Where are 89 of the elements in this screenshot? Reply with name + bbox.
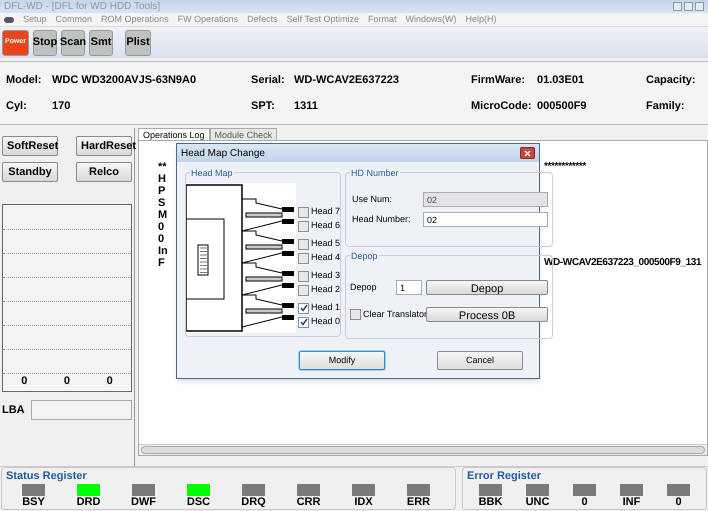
checkbox[interactable]	[298, 270, 309, 282]
toolbar-button[interactable]: Stop	[33, 30, 57, 56]
log-text: In	[158, 246, 168, 256]
group-title: Head Map	[190, 167, 234, 180]
indicator-label: ERR	[406, 496, 430, 510]
dialog-button[interactable]: Modify	[299, 351, 385, 370]
log-text: 0	[158, 234, 164, 244]
close-button[interactable]	[520, 147, 535, 159]
checkbox[interactable]	[298, 284, 309, 296]
info-label: Serial:	[251, 72, 286, 88]
checkbox[interactable]	[298, 206, 309, 218]
toolbar-button[interactable]: Scan	[61, 30, 85, 56]
group-title: Depop	[350, 250, 379, 264]
depop-field[interactable]: 1	[396, 280, 422, 295]
number-field[interactable]: 02	[423, 212, 548, 227]
indicator-label: CRR	[296, 496, 320, 510]
checkbox[interactable]	[298, 302, 309, 314]
log-text: WD-WCAV2E637223_000500F9_131	[544, 258, 702, 268]
tab[interactable]: Module Check	[210, 128, 278, 140]
toolbar-button[interactable]: Plist	[125, 30, 151, 56]
graph-value: 0	[64, 374, 70, 388]
indicator-label: BSY	[22, 496, 45, 510]
indicator-label: 0	[581, 496, 588, 510]
process-button[interactable]: Process 0B	[426, 307, 548, 322]
head-label: Head 5	[311, 237, 340, 250]
head-label: Head 3	[311, 269, 340, 282]
log-text: P	[158, 186, 166, 196]
info-label: Capacity:	[646, 72, 696, 88]
head-label: Head 0	[311, 315, 340, 328]
info-value: 000500F9	[537, 99, 587, 114]
info-label: Family:	[646, 99, 685, 114]
horizontal-scrollbar[interactable]	[139, 444, 707, 455]
info-label: Cyl:	[6, 99, 28, 114]
depop-button[interactable]: Depop	[426, 280, 548, 295]
head-label: Head 1	[311, 301, 340, 314]
tab[interactable]: Operations Log	[138, 128, 210, 140]
head-label: Head 2	[311, 283, 340, 296]
info-label: SPT:	[251, 99, 276, 114]
log-text: M	[158, 210, 168, 220]
checkbox[interactable]	[298, 316, 309, 328]
indicator-label: IDX	[354, 496, 373, 510]
close-icon	[524, 150, 531, 156]
log-text: H	[158, 174, 166, 184]
log-text: ************	[544, 162, 586, 172]
dialog-title: Head Map Change	[181, 146, 265, 160]
info-label: FirmWare:	[471, 72, 526, 88]
command-button[interactable]: Relco	[76, 162, 132, 182]
dialog-button[interactable]: Cancel	[437, 351, 523, 370]
lba-label: LBA	[2, 402, 25, 418]
command-button[interactable]: Standby	[2, 162, 58, 182]
log-text: F	[158, 258, 165, 268]
indicator-label: DWF	[130, 496, 156, 510]
field-label: Use Num:	[351, 192, 394, 206]
log-text: S	[158, 198, 166, 208]
checkbox[interactable]	[298, 220, 309, 232]
log-text: **	[158, 162, 167, 172]
head-label: Head 4	[311, 251, 340, 264]
indicator-label: BBK	[478, 496, 502, 510]
field-label: Depop	[350, 280, 378, 294]
indicator-label: DSC	[186, 496, 210, 510]
indicator-label: DRQ	[241, 496, 266, 510]
checkbox[interactable]	[350, 309, 362, 320]
lba-field[interactable]	[30, 400, 132, 420]
indicator-label: UNC	[526, 496, 550, 510]
checkbox[interactable]	[298, 252, 309, 264]
info-value: 170	[52, 99, 70, 114]
info-label: MicroCode:	[471, 99, 532, 114]
info-value: 1311	[294, 99, 318, 114]
app-icon	[4, 16, 14, 22]
field-label: Head Number:	[351, 212, 412, 226]
indicator-label: 0	[675, 496, 682, 510]
register-title: Status Register	[6, 470, 88, 484]
graph-value: 0	[106, 374, 113, 388]
info-value: 01.03E01	[537, 72, 584, 88]
log-text: 0	[158, 222, 164, 232]
indicator-label: DRD	[76, 496, 100, 510]
command-button[interactable]: SoftReset	[2, 136, 58, 156]
head-label: Head 7	[311, 205, 340, 218]
info-value: WDC WD3200AVJS-63N9A0	[52, 72, 196, 88]
info-label: Model:	[6, 72, 42, 88]
checkbox-label: Clear Translator	[363, 308, 428, 321]
checkbox[interactable]	[298, 238, 309, 250]
window-title: DFL-WD - [DFL for WD HDD Tools]	[4, 2, 160, 12]
graph-value: 0	[21, 374, 28, 388]
info-value: WD-WCAV2E637223	[294, 72, 399, 88]
indicator-label: INF	[622, 496, 640, 510]
head-label: Head 6	[311, 219, 340, 232]
toolbar-button[interactable]: Smt	[89, 30, 113, 56]
register-title: Error Register	[467, 470, 542, 484]
